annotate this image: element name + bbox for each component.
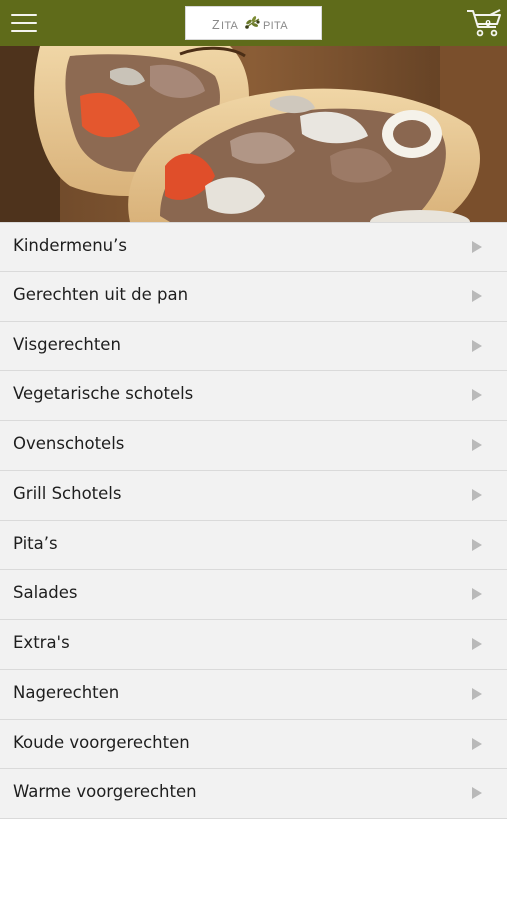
category-item-ovenschotels[interactable]: Ovenschotels — [0, 421, 507, 471]
triangle-right-icon — [472, 439, 482, 451]
category-item-grill-schotels[interactable]: Grill Schotels — [0, 470, 507, 521]
svg-text:ITA: ITA — [221, 20, 239, 32]
category-item-vegetarische-schotels[interactable]: Vegetarische schotels — [0, 371, 507, 421]
category-label: Pita’s — [13, 533, 58, 553]
category-item-visgerechten[interactable]: Visgerechten — [0, 321, 507, 372]
category-item-salades[interactable]: Salades — [0, 570, 507, 620]
category-label: Salades — [13, 583, 78, 603]
triangle-right-icon — [472, 339, 482, 352]
category-label: Extra's — [13, 633, 70, 652]
shopping-cart-icon[interactable]: 0 — [466, 8, 502, 38]
triangle-right-icon — [472, 787, 482, 800]
svg-text:Z: Z — [212, 18, 220, 32]
triangle-right-icon — [472, 289, 482, 302]
logo-graphic: Z ITA PITA — [212, 16, 288, 32]
top-bar: Z ITA PITA 0 — [0, 0, 507, 46]
cart-count-badge: 0 — [485, 19, 491, 28]
category-label: Koude voorgerechten — [13, 732, 190, 752]
category-item-gerechten-uit-de-pan[interactable]: Gerechten uit de pan — [0, 271, 507, 322]
category-label: Vegetarische schotels — [13, 384, 194, 404]
triangle-right-icon — [472, 687, 482, 700]
triangle-right-icon — [472, 488, 482, 501]
category-item-pitas[interactable]: Pita’s — [0, 520, 507, 571]
triangle-right-icon — [472, 241, 482, 253]
category-label: Grill Schotels — [13, 483, 122, 503]
category-label: Visgerechten — [13, 334, 121, 354]
category-label: Ovenschotels — [13, 434, 125, 453]
category-item-warme-voorgerechten[interactable]: Warme voorgerechten — [0, 769, 507, 819]
hero-illustration — [0, 46, 507, 222]
category-label: Gerechten uit de pan — [13, 284, 189, 304]
hero-image-gyros-pita — [0, 46, 507, 222]
hamburger-line — [11, 30, 37, 32]
triangle-right-icon — [472, 538, 482, 551]
category-list: Kindermenu’s Gerechten uit de pan Visger… — [0, 222, 507, 819]
brand-logo[interactable]: Z ITA PITA — [185, 6, 322, 40]
category-item-extras[interactable]: Extra's — [0, 620, 507, 670]
category-label: Kindermenu’s — [13, 236, 127, 255]
triangle-right-icon — [472, 638, 482, 650]
triangle-right-icon — [472, 737, 482, 750]
hamburger-line — [11, 22, 37, 24]
category-item-koude-voorgerechten[interactable]: Koude voorgerechten — [0, 719, 507, 770]
category-item-kindermenus[interactable]: Kindermenu’s — [0, 222, 507, 272]
category-label: Warme voorgerechten — [13, 782, 197, 802]
category-label: Nagerechten — [13, 682, 120, 702]
hamburger-line — [11, 14, 37, 16]
svg-text:PITA: PITA — [263, 20, 288, 32]
category-item-nagerechten[interactable]: Nagerechten — [0, 669, 507, 720]
hamburger-menu-icon[interactable] — [11, 12, 37, 34]
triangle-right-icon — [472, 389, 482, 402]
triangle-right-icon — [472, 588, 482, 601]
